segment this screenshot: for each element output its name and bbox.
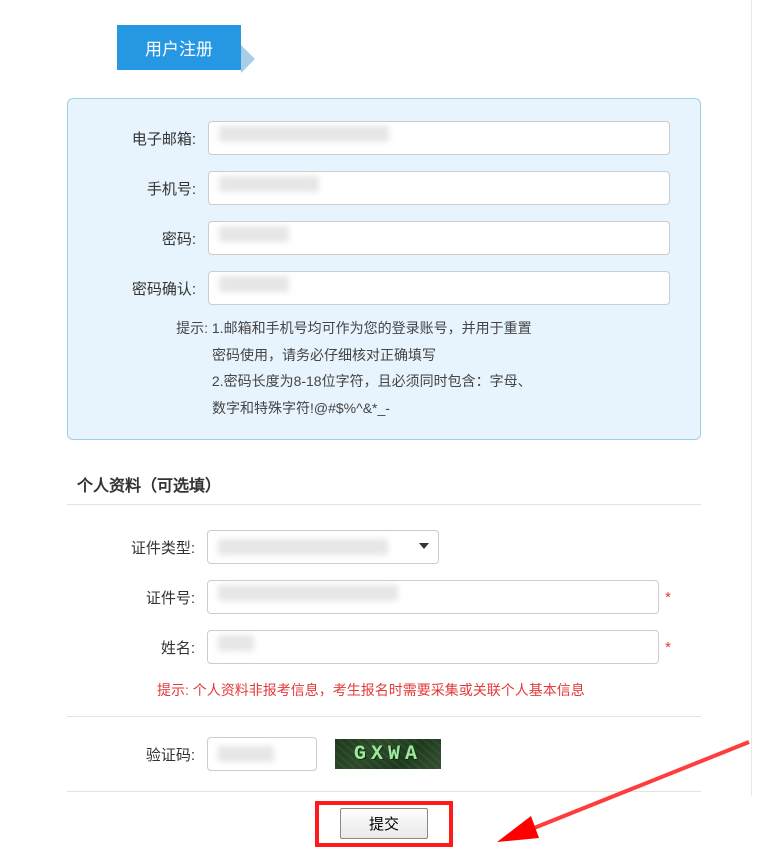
hint-line-1a: 1.邮箱和手机号均可作为您的登录账号，并用于重置 [212, 320, 532, 336]
page-title-text: 用户注册 [145, 40, 213, 59]
red-hint-text: 个人资料非报考信息，考生报名时需要采集或关联个人基本信息 [193, 682, 585, 698]
captcha-image-text: GXWA [354, 743, 422, 766]
password-confirm-label: 密码确认: [78, 278, 208, 299]
personal-section-title: 个人资料（可选填） [77, 472, 701, 496]
hint-line-2b: 数字和特殊字符!@#$%^&*_- [212, 395, 670, 422]
phone-input[interactable] [208, 171, 670, 205]
submit-button[interactable]: 提交 [340, 808, 428, 839]
idtype-label: 证件类型: [77, 537, 207, 558]
personal-red-hint: 提示: 个人资料非报考信息，考生报名时需要采集或关联个人基本信息 [157, 680, 671, 700]
idnumber-input[interactable] [207, 580, 659, 614]
personal-section: 证件类型: 证件号: * 姓名: [67, 504, 701, 716]
submit-button-label: 提交 [369, 816, 399, 833]
hint-label: 提示: [156, 315, 208, 342]
red-hint-label: 提示: [157, 682, 189, 698]
password-confirm-input[interactable] [208, 271, 670, 305]
captcha-image[interactable]: GXWA [335, 739, 441, 769]
hint-line-2a: 2.密码长度为8-18位字符，且必须同时包含：字母、 [212, 373, 532, 389]
name-input[interactable] [207, 630, 659, 664]
idnumber-label: 证件号: [77, 587, 207, 608]
captcha-input[interactable] [207, 737, 317, 771]
name-label: 姓名: [77, 637, 207, 658]
page-title-tab: 用户注册 [117, 25, 241, 70]
password-label: 密码: [78, 228, 208, 249]
required-mark: * [665, 589, 671, 606]
password-input[interactable] [208, 221, 670, 255]
email-label: 电子邮箱: [78, 128, 208, 149]
idtype-select[interactable] [207, 530, 439, 564]
phone-label: 手机号: [78, 178, 208, 199]
chevron-down-icon [418, 539, 430, 555]
account-section: 电子邮箱: 手机号: 密码: 密码确认: [67, 98, 701, 440]
hint-line-1b: 密码使用，请务必仔细核对正确填写 [212, 342, 670, 369]
captcha-label: 验证码: [77, 744, 207, 765]
required-mark: * [665, 639, 671, 656]
captcha-section: 验证码: GXWA [67, 716, 701, 792]
account-hints: 提示: 1.邮箱和手机号均可作为您的登录账号，并用于重置 密码使用，请务必仔细核… [156, 315, 670, 421]
email-input[interactable] [208, 121, 670, 155]
submit-area: 提交 [67, 808, 701, 839]
